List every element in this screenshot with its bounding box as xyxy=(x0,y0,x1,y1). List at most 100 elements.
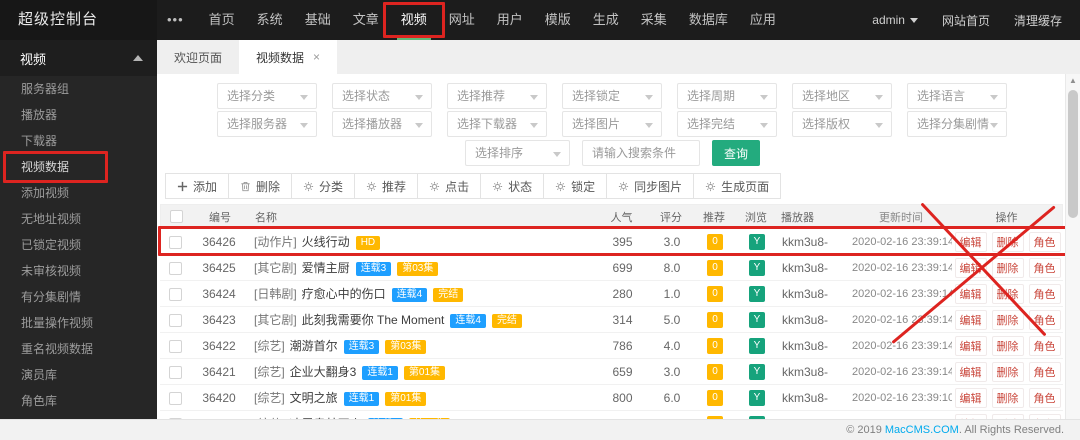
nav-item-7[interactable]: 模版 xyxy=(534,0,582,40)
scroll-up-icon[interactable]: ▲ xyxy=(1066,74,1080,88)
vertical-scrollbar[interactable]: ▲ xyxy=(1065,74,1080,419)
sidebar-item-1[interactable]: 播放器 xyxy=(0,102,157,128)
filter-select-label: 选择推荐 xyxy=(457,89,506,103)
filter-select[interactable]: 选择播放器 xyxy=(332,111,432,137)
filter-select[interactable]: 选择版权 xyxy=(792,111,892,137)
row-action-role[interactable]: 角色 xyxy=(1028,309,1061,330)
row-action-edit[interactable]: 编辑 xyxy=(954,335,987,356)
row-checkbox[interactable] xyxy=(168,339,182,353)
row-action-delete[interactable]: 删除 xyxy=(991,231,1024,252)
clear-cache-link[interactable]: 清理缓存 xyxy=(1014,12,1062,29)
filter-select[interactable]: 选择下载器 xyxy=(447,111,547,137)
sidebar-item-8[interactable]: 有分集剧情 xyxy=(0,284,157,310)
toolbar-button-0[interactable]: 添加 xyxy=(165,173,230,199)
filter-select[interactable]: 选择状态 xyxy=(332,83,432,109)
video-updated: 2020-02-16 23:39:14 xyxy=(852,313,952,326)
filter-select[interactable]: 选择地区 xyxy=(792,83,892,109)
nav-item-5[interactable]: 网址 xyxy=(438,0,486,40)
row-action-delete[interactable]: 删除 xyxy=(991,309,1024,330)
filter-select[interactable]: 选择周期 xyxy=(677,83,777,109)
row-action-role[interactable]: 角色 xyxy=(1028,387,1061,408)
row-action-role[interactable]: 角色 xyxy=(1028,335,1061,356)
browse-cell: Y xyxy=(736,363,778,380)
toolbar-button-8[interactable]: 生成页面 xyxy=(693,173,782,199)
row-checkbox[interactable] xyxy=(168,235,182,249)
row-action-role[interactable]: 角色 xyxy=(1028,257,1061,278)
row-action-role[interactable]: 角色 xyxy=(1028,361,1061,382)
toolbar-button-7[interactable]: 同步图片 xyxy=(606,173,695,199)
row-checkbox[interactable] xyxy=(168,261,182,275)
row-checkbox[interactable] xyxy=(168,287,182,301)
row-action-edit[interactable]: 编辑 xyxy=(954,257,987,278)
sidebar-item-0[interactable]: 服务器组 xyxy=(0,76,157,102)
sidebar-group-video[interactable]: 视频 xyxy=(0,40,157,76)
nav-item-2[interactable]: 基础 xyxy=(294,0,342,40)
nav-item-9[interactable]: 采集 xyxy=(630,0,678,40)
site-home-link[interactable]: 网站首页 xyxy=(942,12,990,29)
maccms-link[interactable]: MacCMS.COM xyxy=(885,424,959,436)
sidebar-item-5[interactable]: 无地址视频 xyxy=(0,206,157,232)
nav-item-10[interactable]: 数据库 xyxy=(678,0,739,40)
toolbar-button-5[interactable]: 状态 xyxy=(480,173,545,199)
row-action-edit[interactable]: 编辑 xyxy=(954,283,987,304)
query-button[interactable]: 查询 xyxy=(712,140,760,166)
sort-select[interactable]: 选择排序 xyxy=(465,140,570,166)
select-all-checkbox[interactable] xyxy=(169,210,183,223)
tab-welcome[interactable]: 欢迎页面 xyxy=(157,40,239,74)
filter-select[interactable]: 选择分类 xyxy=(217,83,317,109)
more-ellipsis-icon[interactable]: ••• xyxy=(157,0,198,40)
row-action-delete[interactable]: 删除 xyxy=(991,257,1024,278)
footer: © 2019 MacCMS.COM. All Rights Reserved. xyxy=(0,419,1080,440)
col-popularity: 人气 xyxy=(610,211,633,224)
sidebar-item-10[interactable]: 重名视频数据 xyxy=(0,336,157,362)
sidebar-item-9[interactable]: 批量操作视频 xyxy=(0,310,157,336)
tab-video-data[interactable]: 视频数据 × xyxy=(239,40,338,74)
filter-select[interactable]: 选择服务器 xyxy=(217,111,317,137)
sidebar-item-4[interactable]: 添加视频 xyxy=(0,180,157,206)
nav-item-8[interactable]: 生成 xyxy=(582,0,630,40)
row-checkbox[interactable] xyxy=(168,365,182,379)
row-checkbox[interactable] xyxy=(168,313,182,327)
row-action-role[interactable]: 角色 xyxy=(1028,231,1061,252)
sidebar-item-6[interactable]: 已锁定视频 xyxy=(0,232,157,258)
sidebar-item-3[interactable]: 视频数据 xyxy=(0,151,157,183)
scrollbar-thumb[interactable] xyxy=(1068,90,1078,218)
row-action-role[interactable]: 角色 xyxy=(1028,283,1061,304)
nav-item-3[interactable]: 文章 xyxy=(342,0,390,40)
filter-select[interactable]: 选择完结 xyxy=(677,111,777,137)
nav-item-4[interactable]: 视频 xyxy=(382,0,445,40)
row-checkbox[interactable] xyxy=(168,391,182,405)
toolbar-button-4[interactable]: 点击 xyxy=(417,173,482,199)
sidebar-item-7[interactable]: 未审核视频 xyxy=(0,258,157,284)
filter-select[interactable]: 选择推荐 xyxy=(447,83,547,109)
filter-select[interactable]: 选择语言 xyxy=(907,83,1007,109)
row-action-delete[interactable]: 删除 xyxy=(991,387,1024,408)
filter-select[interactable]: 选择分集剧情 xyxy=(907,111,1007,137)
nav-item-11[interactable]: 应用 xyxy=(739,0,787,40)
user-menu[interactable]: admin xyxy=(872,13,918,27)
row-action-delete[interactable]: 删除 xyxy=(991,335,1024,356)
close-icon[interactable]: × xyxy=(313,50,320,64)
row-action-edit[interactable]: 编辑 xyxy=(954,387,987,408)
row-action-edit[interactable]: 编辑 xyxy=(954,361,987,382)
toolbar-button-6[interactable]: 锁定 xyxy=(543,173,608,199)
row-action-delete[interactable]: 删除 xyxy=(991,283,1024,304)
search-input[interactable] xyxy=(582,140,700,166)
toolbar-button-3[interactable]: 推荐 xyxy=(354,173,419,199)
sort-select-label: 选择排序 xyxy=(475,146,524,160)
video-popularity: 659 xyxy=(612,364,633,379)
filter-select[interactable]: 选择锁定 xyxy=(562,83,662,109)
row-action-delete[interactable]: 删除 xyxy=(991,361,1024,382)
toolbar-button-2[interactable]: 分类 xyxy=(291,173,356,199)
sidebar-item-11[interactable]: 演员库 xyxy=(0,362,157,388)
toolbar-button-label: 状态 xyxy=(508,179,533,194)
filter-select[interactable]: 选择图片 xyxy=(562,111,662,137)
nav-item-1[interactable]: 系统 xyxy=(246,0,294,40)
row-action-edit[interactable]: 编辑 xyxy=(954,231,987,252)
nav-item-6[interactable]: 用户 xyxy=(486,0,534,40)
sidebar-item-12[interactable]: 角色库 xyxy=(0,388,157,414)
toolbar-button-1[interactable]: 删除 xyxy=(228,173,293,199)
nav-item-0[interactable]: 首页 xyxy=(198,0,246,40)
sidebar-item-2[interactable]: 下载器 xyxy=(0,128,157,154)
row-action-edit[interactable]: 编辑 xyxy=(954,309,987,330)
